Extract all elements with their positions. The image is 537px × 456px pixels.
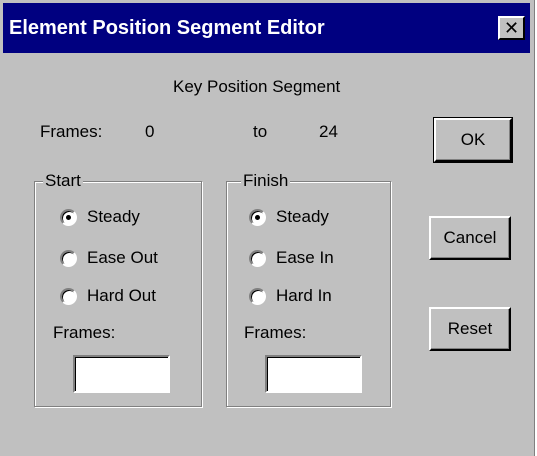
ok-button[interactable]: OK [433, 117, 513, 163]
title-bar[interactable]: Element Position Segment Editor ✕ [3, 3, 530, 53]
start-group-legend: Start [43, 171, 83, 191]
start-ease-out-radio[interactable]: Ease Out [60, 246, 158, 270]
start-steady-radio[interactable]: Steady [60, 205, 140, 229]
window-title: Element Position Segment Editor [9, 17, 325, 39]
start-frames-input[interactable] [73, 355, 170, 393]
finish-ease-in-radio[interactable]: Ease In [249, 246, 334, 270]
finish-groupbox: Finish Steady Ease In Hard In Frames: [226, 171, 391, 407]
radio-unchecked-icon[interactable] [249, 249, 266, 267]
segment-heading: Key Position Segment [173, 77, 341, 96]
cancel-button[interactable]: Cancel [429, 216, 511, 260]
radio-unchecked-icon[interactable] [60, 287, 77, 305]
position-segment-editor-dialog: Element Position Segment Editor ✕ Key Po… [0, 0, 535, 456]
frames-to-label: to [253, 122, 268, 141]
frames-range-label: Frames: [40, 122, 103, 141]
start-frames-label: Frames: [53, 323, 116, 342]
finish-hard-in-radio[interactable]: Hard In [249, 284, 332, 308]
finish-frames-label: Frames: [244, 323, 307, 342]
radio-unchecked-icon[interactable] [60, 249, 77, 267]
finish-ease-in-label: Ease In [276, 248, 334, 267]
finish-frames-input[interactable] [265, 355, 362, 393]
start-steady-label: Steady [87, 207, 140, 226]
radio-checked-icon[interactable] [249, 208, 266, 226]
start-hard-out-label: Hard Out [87, 286, 156, 305]
frames-to-value: 24 [319, 122, 338, 141]
radio-checked-icon[interactable] [60, 208, 77, 226]
frames-from-value: 0 [145, 122, 155, 141]
finish-hard-in-label: Hard In [276, 286, 332, 305]
start-ease-out-label: Ease Out [87, 248, 158, 267]
start-groupbox: Start Steady Ease Out Hard Out Frames: [34, 171, 202, 407]
close-icon: ✕ [503, 18, 520, 38]
reset-button[interactable]: Reset [429, 307, 511, 351]
radio-unchecked-icon[interactable] [249, 287, 266, 305]
finish-steady-label: Steady [276, 207, 329, 226]
close-button[interactable]: ✕ [498, 16, 525, 40]
finish-group-legend: Finish [241, 171, 291, 191]
finish-steady-radio[interactable]: Steady [249, 205, 329, 229]
start-hard-out-radio[interactable]: Hard Out [60, 284, 156, 308]
